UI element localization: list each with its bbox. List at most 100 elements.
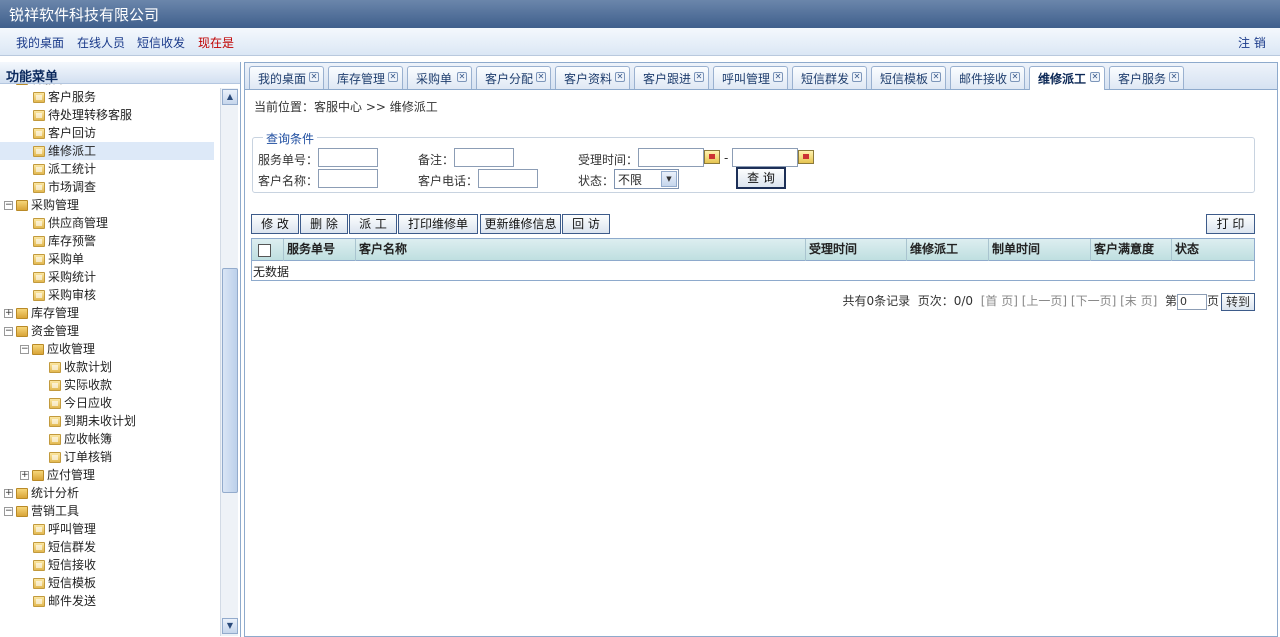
accept-time-start-input[interactable] [638, 148, 704, 167]
first-page-link[interactable]: [首 页] [981, 294, 1018, 308]
collapse-icon[interactable]: − [20, 345, 29, 354]
sidebar-item[interactable]: 到期未收计划 [36, 412, 136, 430]
expand-icon[interactable]: + [4, 309, 13, 318]
col-customer-name[interactable]: 客户名称 [356, 239, 806, 261]
sidebar-item[interactable]: 实际收款 [36, 376, 112, 394]
last-page-link[interactable]: [末 页] [1120, 294, 1157, 308]
close-icon[interactable]: ✕ [309, 72, 319, 82]
collapse-icon[interactable]: − [4, 507, 13, 516]
sidebar-item[interactable]: − 资金管理 [4, 322, 79, 340]
close-icon[interactable]: ✕ [457, 72, 467, 82]
sidebar-item[interactable]: 收款计划 [36, 358, 112, 376]
goto-button[interactable]: 转到 [1220, 292, 1255, 311]
close-icon[interactable]: ✕ [1010, 72, 1020, 82]
sidebar-item[interactable]: 呼叫管理 [20, 520, 96, 538]
collapse-icon[interactable]: − [4, 327, 13, 336]
print-button[interactable]: 打 印 [1206, 214, 1255, 234]
chevron-down-icon[interactable]: ▼ [661, 171, 677, 187]
sidebar-item[interactable]: 短信群发 [20, 538, 96, 556]
tab[interactable]: 邮件接收 ✕ [950, 66, 1025, 89]
tab[interactable]: 维修派工 ✕ [1029, 66, 1105, 90]
sidebar-item[interactable]: 采购统计 [20, 268, 96, 286]
tab[interactable]: 呼叫管理 ✕ [713, 66, 788, 89]
status-select[interactable]: 不限 ▼ [614, 169, 679, 189]
sidebar-item[interactable]: + 应付管理 [20, 466, 95, 484]
sidebar-item[interactable]: + 库存管理 [4, 304, 79, 322]
calendar-icon[interactable] [704, 150, 720, 164]
sidebar-item[interactable]: 短信模板 [20, 574, 96, 592]
dispatch-button[interactable]: 派 工 [349, 214, 397, 234]
print-order-button[interactable]: 打印维修单 [398, 214, 478, 234]
tab[interactable]: 采购单 ✕ [407, 66, 472, 89]
calendar-icon[interactable] [798, 150, 814, 164]
close-icon[interactable]: ✕ [852, 72, 862, 82]
col-created-time[interactable]: 制单时间 [989, 239, 1091, 261]
update-info-button[interactable]: 更新维修信息 [480, 214, 561, 234]
sidebar-item[interactable]: 市场调查 [20, 178, 96, 196]
sidebar-item[interactable]: − 采购管理 [4, 196, 79, 214]
expand-icon[interactable]: + [4, 489, 13, 498]
sidebar-item[interactable]: 邮件发送 [20, 592, 96, 610]
sidebar-item[interactable]: 短信接收 [20, 556, 96, 574]
remark-input[interactable] [454, 148, 514, 167]
sidebar-item[interactable]: − 应收管理 [20, 340, 95, 358]
service-no-input[interactable] [318, 148, 378, 167]
sidebar-item[interactable]: 采购审核 [20, 286, 96, 304]
sidebar-item[interactable]: 采购单 [20, 250, 84, 268]
sidebar-item[interactable]: 待处理转移客服 [20, 106, 132, 124]
sidebar-item[interactable]: 供应商管理 [20, 214, 108, 232]
close-icon[interactable]: ✕ [536, 72, 546, 82]
nav-desktop-link[interactable]: 我的桌面 [16, 34, 64, 51]
select-all-checkbox[interactable] [258, 244, 271, 257]
tab[interactable]: 我的桌面 ✕ [249, 66, 324, 89]
revisit-button[interactable]: 回 访 [562, 214, 610, 234]
nav-online-users-link[interactable]: 在线人员 [77, 34, 125, 51]
sidebar-item[interactable]: + 统计分析 [4, 484, 79, 502]
close-icon[interactable]: ✕ [388, 72, 398, 82]
sidebar-scrollbar[interactable]: ▲ ▼ [220, 88, 238, 636]
col-service-no[interactable]: 服务单号 [284, 239, 356, 261]
close-icon[interactable]: ✕ [615, 72, 625, 82]
sidebar-item[interactable]: 订单核销 [36, 448, 112, 466]
close-icon[interactable]: ✕ [931, 72, 941, 82]
sidebar-item[interactable]: 客户服务 [20, 88, 96, 106]
collapse-icon[interactable]: − [4, 201, 13, 210]
prev-page-link[interactable]: [上一页] [1022, 294, 1067, 308]
col-satisfaction[interactable]: 客户满意度 [1091, 239, 1172, 261]
col-status[interactable]: 状态 [1172, 239, 1254, 261]
sidebar-item[interactable]: 库存预警 [20, 232, 96, 250]
sidebar-item[interactable]: 今日应收 [36, 394, 112, 412]
edit-button[interactable]: 修 改 [251, 214, 299, 234]
close-icon[interactable]: ✕ [1169, 72, 1179, 82]
tab[interactable]: 短信群发 ✕ [792, 66, 867, 89]
close-icon[interactable]: ✕ [1090, 72, 1100, 82]
sidebar-item[interactable]: 派工统计 [20, 160, 96, 178]
tab[interactable]: 客户资料 ✕ [555, 66, 630, 89]
close-icon[interactable]: ✕ [694, 72, 704, 82]
col-accept-time[interactable]: 受理时间 [806, 239, 907, 261]
tab[interactable]: 客户分配 ✕ [476, 66, 551, 89]
search-button[interactable]: 查 询 [736, 167, 786, 189]
customer-phone-input[interactable] [478, 169, 538, 188]
nav-sms-link[interactable]: 短信收发 [137, 34, 185, 51]
tab[interactable]: 库存管理 ✕ [328, 66, 403, 89]
sidebar-item[interactable]: 客户回访 [20, 124, 96, 142]
tab[interactable]: 客户服务 ✕ [1109, 66, 1184, 89]
sidebar-item[interactable]: − 营销工具 [4, 502, 79, 520]
logout-link[interactable]: 注 销 [1238, 34, 1266, 51]
scroll-up-icon[interactable]: ▲ [222, 89, 238, 105]
sidebar-item[interactable]: 维修派工 [0, 142, 214, 160]
sidebar-item[interactable]: 应收帐簿 [36, 430, 112, 448]
delete-button[interactable]: 删 除 [300, 214, 348, 234]
expand-icon[interactable]: + [20, 471, 29, 480]
scroll-thumb[interactable] [222, 268, 238, 493]
customer-name-input[interactable] [318, 169, 378, 188]
close-icon[interactable]: ✕ [773, 72, 783, 82]
col-dispatch[interactable]: 维修派工 [907, 239, 989, 261]
accept-time-end-input[interactable] [732, 148, 798, 167]
tab[interactable]: 客户跟进 ✕ [634, 66, 709, 89]
next-page-link[interactable]: [下一页] [1071, 294, 1116, 308]
page-number-input[interactable]: 0 [1176, 293, 1207, 310]
tab[interactable]: 短信模板 ✕ [871, 66, 946, 89]
scroll-down-icon[interactable]: ▼ [222, 618, 238, 634]
